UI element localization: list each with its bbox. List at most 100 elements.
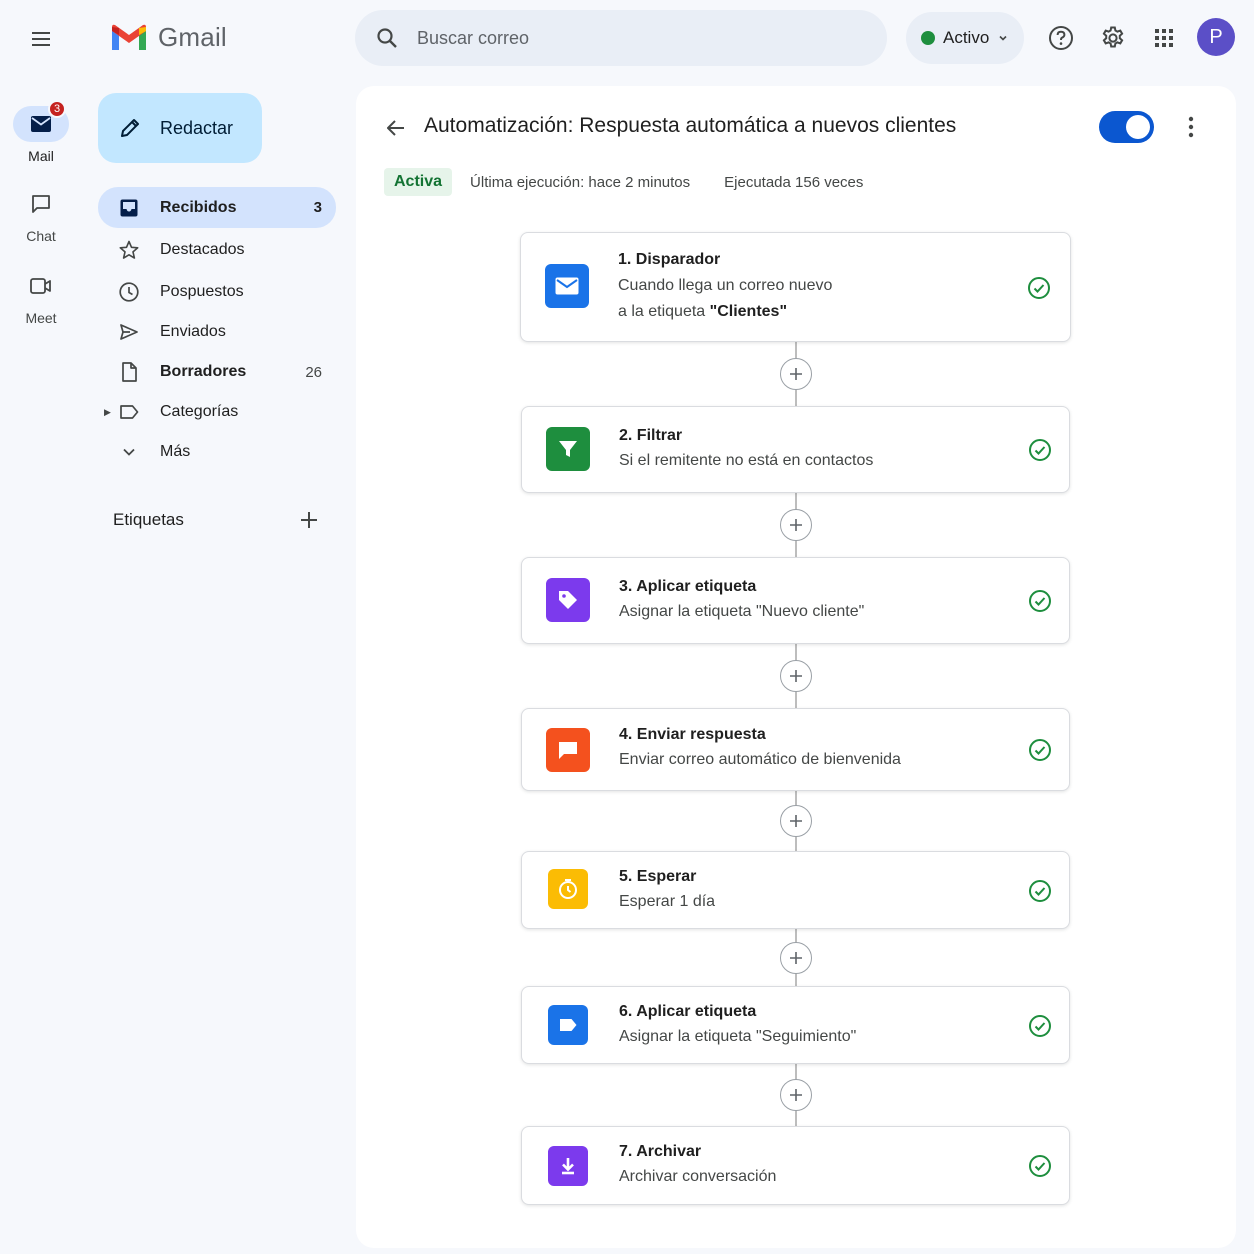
arrow-back-icon — [387, 120, 404, 136]
check-circle-icon — [1029, 590, 1051, 612]
label-outline-icon-wrap — [118, 401, 140, 423]
filter-icon — [559, 441, 577, 457]
flow-step-wait[interactable]: 5. Esperar Esperar 1 día — [521, 851, 1070, 929]
chat-bubble-icon — [559, 742, 577, 759]
nav-item-categories[interactable]: ▶ Categorías — [98, 392, 336, 432]
step-icon-tile — [546, 427, 590, 471]
expand-caret-icon[interactable]: ▶ — [104, 407, 111, 418]
inbox-icon — [120, 199, 138, 216]
add-label-button[interactable] — [295, 506, 323, 534]
labels-section-header: Etiquetas — [113, 506, 323, 534]
step-description-line: Cuando llega un correo nuevo — [618, 277, 833, 294]
chat-icon — [32, 195, 50, 213]
archive-icon — [562, 1158, 574, 1175]
nav-item-starred[interactable]: Destacados — [98, 228, 336, 272]
inbox-icon-wrap — [118, 197, 140, 219]
draft-file-icon — [122, 362, 137, 382]
step-title: 5. Esperar — [619, 868, 697, 885]
plus-icon — [790, 952, 802, 964]
draft-file-icon-wrap — [118, 361, 140, 383]
back-button[interactable] — [380, 112, 412, 144]
step-title: 1. Disparador — [618, 251, 721, 268]
send-icon — [120, 324, 138, 340]
step-description: Si el remitente no está en contactos — [619, 452, 874, 469]
add-step-button[interactable] — [780, 660, 812, 692]
nav-item-sent[interactable]: Enviados — [98, 312, 336, 352]
automation-enabled-toggle[interactable] — [1099, 111, 1154, 143]
rail-meet-icon-wrap — [13, 268, 69, 304]
main-menu-button[interactable] — [24, 22, 58, 56]
check-circle-icon — [1029, 739, 1051, 761]
nav-item-more[interactable]: Más — [98, 432, 336, 472]
step-text: 3. Aplicar etiqueta Asignar la etiqueta … — [619, 578, 864, 625]
mail-icon — [31, 116, 51, 132]
flow-step-apply-label[interactable]: 3. Aplicar etiqueta Asignar la etiqueta … — [521, 557, 1070, 644]
step-title: 2. Filtrar — [619, 427, 683, 444]
help-button[interactable] — [1042, 19, 1080, 57]
add-step-button[interactable] — [780, 509, 812, 541]
mail-icon — [555, 277, 579, 295]
page-title: Automatización: Respuesta automática a n… — [424, 114, 957, 137]
labels-title: Etiquetas — [113, 510, 184, 529]
chevron-down-icon — [999, 35, 1007, 41]
nav-item-drafts[interactable]: Borradores 26 — [98, 352, 336, 392]
flow-step-apply-label-followup[interactable]: 6. Aplicar etiqueta Asignar la etiqueta … — [521, 986, 1070, 1064]
more-options-button[interactable] — [1178, 110, 1204, 144]
check-circle-icon — [1029, 1015, 1051, 1037]
nav-label: Destacados — [160, 241, 245, 258]
add-step-button[interactable] — [780, 942, 812, 974]
apps-button[interactable] — [1145, 19, 1183, 57]
star-icon-wrap — [118, 239, 140, 261]
plus-icon — [790, 519, 802, 531]
nav-label: Enviados — [160, 323, 226, 340]
step-description-prefix: a la etiqueta — [618, 303, 710, 320]
plus-icon — [790, 670, 802, 682]
step-icon-tile — [548, 1146, 588, 1186]
step-icon-tile — [545, 264, 589, 308]
rail-chat-icon-wrap — [13, 186, 69, 222]
search-icon — [377, 28, 397, 48]
step-text: 6. Aplicar etiqueta Asignar la etiqueta … — [619, 1003, 856, 1050]
clock-icon-wrap — [118, 281, 140, 303]
check-circle-icon — [1029, 1155, 1051, 1177]
tag-icon — [559, 591, 577, 609]
status-selector[interactable]: Activo — [906, 12, 1024, 64]
rail-chat-label: Chat — [26, 228, 56, 244]
step-description: Asignar la etiqueta "Nuevo cliente" — [619, 603, 865, 620]
add-step-button[interactable] — [780, 1079, 812, 1111]
plus-icon — [790, 368, 802, 380]
status-dot — [921, 31, 935, 45]
hamburger-icon — [32, 32, 50, 46]
automation-panel: Automatización: Respuesta automática a n… — [356, 86, 1236, 1248]
compose-button[interactable]: Redactar — [98, 93, 262, 163]
flow-step-archive[interactable]: 7. Archivar Archivar conversación — [521, 1126, 1070, 1205]
add-step-button[interactable] — [780, 358, 812, 390]
settings-button[interactable] — [1094, 19, 1132, 57]
avatar[interactable]: P — [1197, 18, 1235, 56]
step-text: 5. Esperar Esperar 1 día — [619, 868, 715, 915]
chevron-down-icon-wrap — [118, 441, 140, 463]
rail-mail[interactable]: 3 Mail — [0, 100, 82, 164]
flow-step-send-reply[interactable]: 4. Enviar respuesta Enviar correo automá… — [521, 708, 1070, 791]
flow-step-trigger[interactable]: 1. Disparador Cuando llega un correo nue… — [520, 232, 1071, 342]
nav-item-inbox[interactable]: Recibidos 3 — [98, 187, 336, 228]
gmail-m-icon — [112, 24, 146, 50]
add-step-button[interactable] — [780, 805, 812, 837]
flow-step-filter[interactable]: 2. Filtrar Si el remitente no está en co… — [521, 406, 1070, 493]
nav-label: Pospuestos — [160, 283, 244, 300]
step-text: 7. Archivar Archivar conversación — [619, 1143, 776, 1190]
nav-count: 26 — [305, 363, 322, 381]
search-bar[interactable] — [355, 10, 887, 66]
gmail-logo[interactable]: Gmail — [110, 22, 227, 53]
search-input[interactable] — [417, 27, 837, 49]
rail-meet-label: Meet — [25, 310, 57, 326]
plus-icon — [301, 512, 317, 528]
help-icon — [1049, 26, 1073, 50]
compose-label: Redactar — [160, 117, 234, 138]
step-icon-tile — [546, 578, 590, 622]
toggle-knob — [1126, 115, 1150, 139]
step-description-line: a la etiqueta "Clientes" — [618, 299, 832, 325]
nav-item-snoozed[interactable]: Pospuestos — [98, 272, 336, 312]
rail-meet[interactable]: Meet — [0, 268, 82, 326]
rail-chat[interactable]: Chat — [0, 186, 82, 244]
